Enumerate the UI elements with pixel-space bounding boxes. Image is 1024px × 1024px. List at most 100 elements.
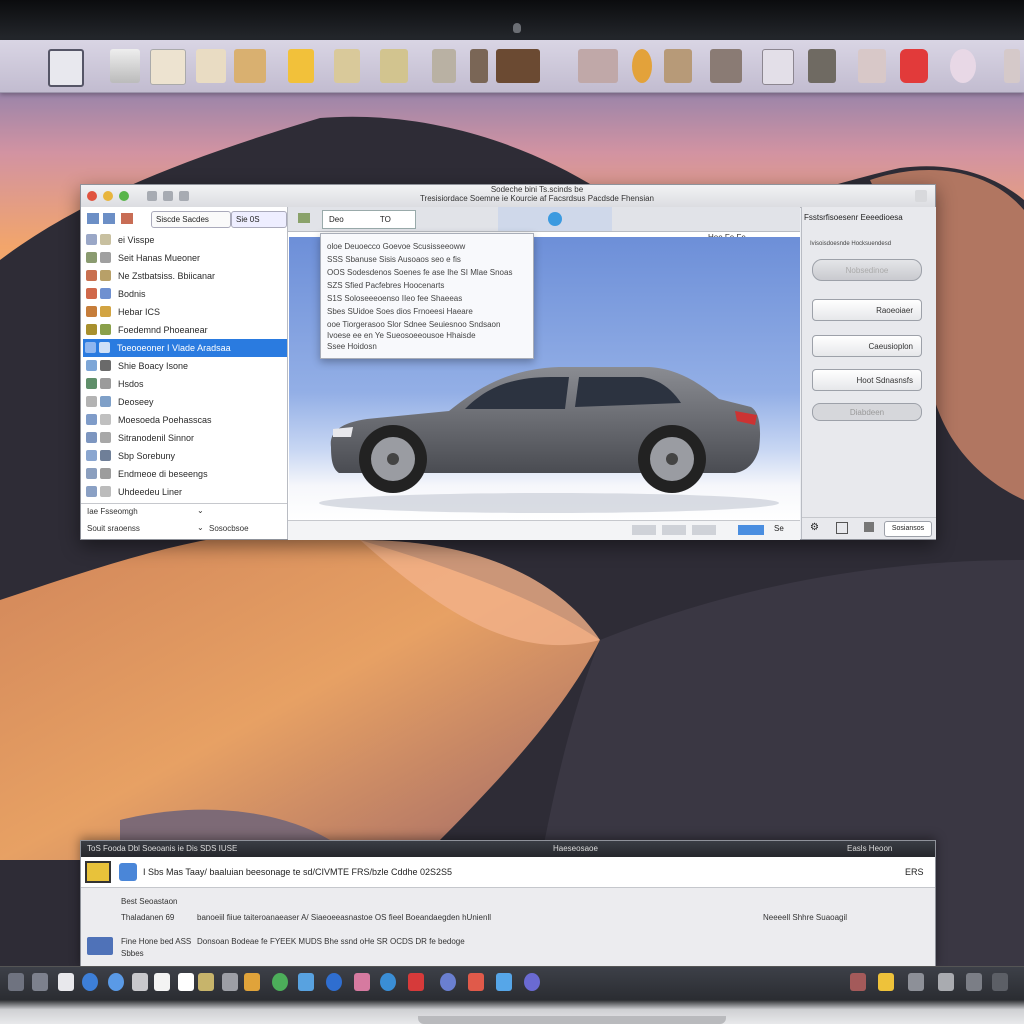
more-icon[interactable]: [1004, 49, 1020, 83]
sidebar-item[interactable]: Shie Boacy Isone: [84, 357, 287, 375]
popup-item[interactable]: SZS Sfied Pacfebres Hoocenarts: [327, 281, 444, 290]
sidebar-search-badge[interactable]: Sie 0S: [231, 211, 287, 228]
dock-notes-icon[interactable]: [178, 973, 194, 991]
close-button[interactable]: [87, 191, 97, 201]
pen-tool-icon[interactable]: [110, 49, 140, 83]
sidebar-view-icon-c[interactable]: [121, 213, 133, 224]
footer-dropdown[interactable]: Iae Fsseomgh: [87, 507, 138, 516]
cars-icon[interactable]: [710, 49, 742, 83]
status-control-c[interactable]: [692, 525, 716, 535]
pages-icon[interactable]: [334, 49, 360, 83]
dock-safari-icon[interactable]: [82, 973, 98, 991]
dock-bin-icon[interactable]: [992, 973, 1008, 991]
popup-item[interactable]: Sbes SUidoe Soes dios Frnoeesi Haeare: [327, 307, 473, 316]
image-thumbnail-icon[interactable]: [150, 49, 186, 85]
inspector-disabled-button[interactable]: Diabdeen: [812, 403, 922, 421]
notes-icon[interactable]: [380, 49, 408, 83]
wood-texture-icon[interactable]: [496, 49, 540, 83]
window-close-icon[interactable]: [915, 190, 927, 202]
inspector-button[interactable]: Raoeoiaer: [812, 299, 922, 321]
inspector-primary-button[interactable]: Nobsedinoe: [812, 259, 922, 281]
sidebar-item[interactable]: Seit Hanas Mueoner: [84, 249, 287, 267]
star-icon[interactable]: [288, 49, 314, 83]
grid-icon[interactable]: [762, 49, 794, 85]
dock-globe-icon[interactable]: [380, 973, 396, 991]
dock-purple-app-icon[interactable]: [524, 973, 540, 991]
share-icon[interactable]: [836, 522, 848, 534]
chevron-down-icon[interactable]: ⌄: [197, 506, 204, 515]
sidebar-item[interactable]: Hsdos: [84, 375, 287, 393]
record-button-icon[interactable]: [900, 49, 928, 83]
sun-icon[interactable]: [632, 49, 652, 83]
sidebar-search-input[interactable]: Siscde Sacdes: [151, 211, 231, 228]
inspector-footer-button[interactable]: Sosiansos: [884, 521, 932, 537]
tab-active[interactable]: [498, 207, 612, 231]
sidebar-view-icon-a[interactable]: [87, 213, 99, 224]
sidebar-item[interactable]: Foedemnd Phoeanear: [84, 321, 287, 339]
dock-mail-icon[interactable]: [108, 973, 124, 991]
popup-item[interactable]: S1S Soloseeeoenso IIeo fee Shaeeas: [327, 294, 462, 303]
status-control-active[interactable]: [738, 525, 764, 535]
footer-options[interactable]: Souit sraoenss: [87, 524, 140, 533]
dock-maps-icon[interactable]: [244, 973, 260, 991]
popup-item[interactable]: Ivoese ee en Ye Sueosoeeousoe Hhaisde: [327, 331, 476, 340]
document-icon[interactable]: [196, 49, 226, 83]
popup-item[interactable]: OOS Sodesdenos Soenes fe ase Ihe SI Mlae…: [327, 268, 512, 277]
clip-icon[interactable]: [432, 49, 456, 83]
status-control-a[interactable]: [632, 525, 656, 535]
popup-item[interactable]: oloe Deuoecco Goevoe Scusisseeoww: [327, 242, 465, 251]
dock-stack-icon[interactable]: [938, 973, 954, 991]
status-control-b[interactable]: [662, 525, 686, 535]
sidebar-view-icon-b[interactable]: [103, 213, 115, 224]
toolbar-icon-a[interactable]: [147, 191, 157, 201]
inspector-button[interactable]: Caeusioplon: [812, 335, 922, 357]
dock-preview-icon[interactable]: [58, 973, 74, 991]
sidebar-item[interactable]: Sitranodenil Sinnor: [84, 429, 287, 447]
dock-finder2-icon[interactable]: [496, 973, 512, 991]
sidebar-item[interactable]: Hebar ICS: [84, 303, 287, 321]
dock-music-icon[interactable]: [272, 973, 288, 991]
sidebar-item[interactable]: ei Visspe: [84, 231, 287, 249]
dock-red-app-icon[interactable]: [408, 973, 424, 991]
inspector-button[interactable]: Hoot Sdnasnsfs: [812, 369, 922, 391]
toolbar-icon-c[interactable]: [179, 191, 189, 201]
brush-icon[interactable]: [470, 49, 488, 83]
dock-contacts-icon[interactable]: [222, 973, 238, 991]
toolbar-icon-b[interactable]: [163, 191, 173, 201]
dock-stack2-icon[interactable]: [966, 973, 982, 991]
suggestions-popup[interactable]: oloe Deuoecco Goevoe Scusisseeoww SSS Sb…: [320, 233, 534, 359]
popup-item[interactable]: ooe Tiorgerasoo Slor Sdnee Seuiesnoo Snd…: [327, 320, 500, 329]
wand-icon[interactable]: [858, 49, 886, 83]
sidebar-item[interactable]: Deoseey: [84, 393, 287, 411]
calculator-icon[interactable]: [808, 49, 836, 83]
dock-trash-icon[interactable]: [850, 973, 866, 991]
dock-photos-icon[interactable]: [132, 973, 148, 991]
dock-browser-icon[interactable]: [326, 973, 342, 991]
chevron-down-icon[interactable]: ⌄: [197, 523, 204, 532]
dock-photos-app-icon[interactable]: [198, 973, 214, 991]
dock-store-icon[interactable]: [298, 973, 314, 991]
zoom-button[interactable]: [119, 191, 129, 201]
sidebar-item[interactable]: Bodnis: [84, 285, 287, 303]
monitor-icon[interactable]: [48, 49, 84, 87]
sidebar-item-selected[interactable]: Toeooeoner I Vlade Aradsaa: [83, 339, 287, 357]
dock-folder-icon[interactable]: [908, 973, 924, 991]
color-wheel-icon[interactable]: [950, 49, 976, 83]
tab-main[interactable]: Deo TO: [322, 210, 416, 229]
export-icon[interactable]: [864, 522, 874, 532]
bottom-panel-input-row[interactable]: I Sbs Mas Taay/ baaluian beesonage te sd…: [81, 857, 935, 888]
sidebar-item[interactable]: Sbp Sorebuny: [84, 447, 287, 465]
sidebar-item[interactable]: Endmeoe di beseengs: [84, 465, 287, 483]
gear-icon[interactable]: ⚙: [810, 522, 819, 533]
footer-button[interactable]: Sosocbsoe: [209, 524, 249, 533]
dock-doc-icon[interactable]: [32, 973, 48, 991]
folder-icon[interactable]: [234, 49, 266, 83]
dock-calendar-icon[interactable]: [154, 973, 170, 991]
dock-record-icon[interactable]: [468, 973, 484, 991]
popup-item[interactable]: SSS Sbanuse Sisis Ausoaos seo e fis: [327, 255, 461, 264]
minimize-button[interactable]: [103, 191, 113, 201]
dock-planet-icon[interactable]: [440, 973, 456, 991]
sidebar-item[interactable]: Uhdeedeu Liner: [84, 483, 287, 501]
sidebar-item[interactable]: Moesoeda Poehasscas: [84, 411, 287, 429]
dock-downloads-icon[interactable]: [878, 973, 894, 991]
